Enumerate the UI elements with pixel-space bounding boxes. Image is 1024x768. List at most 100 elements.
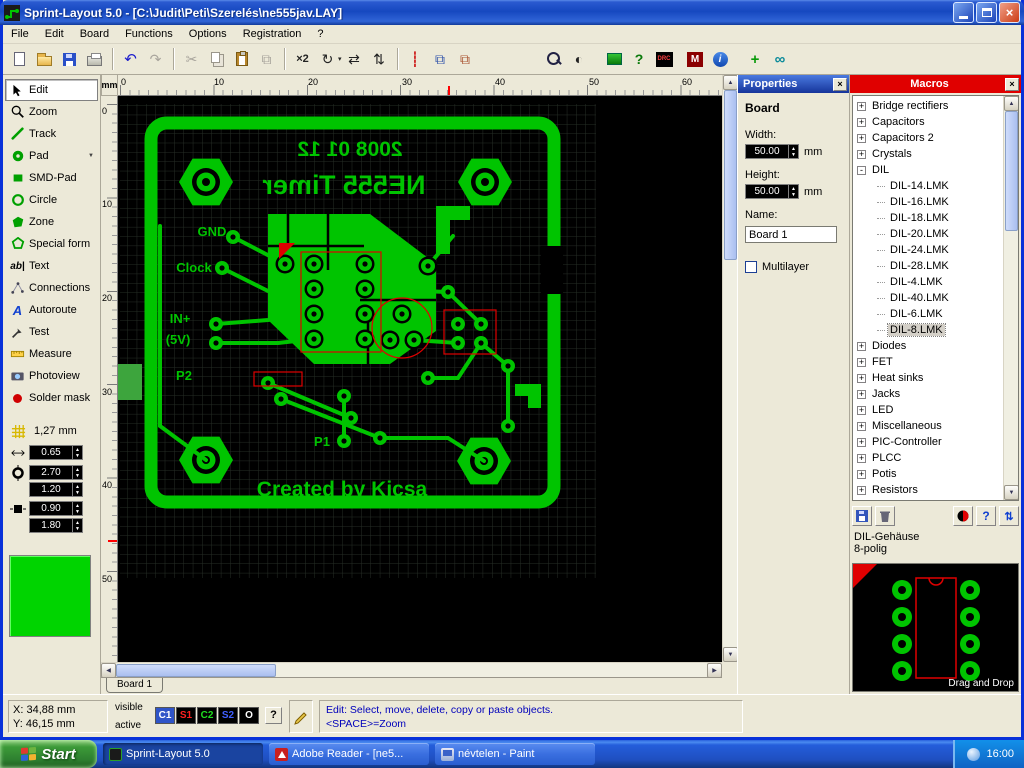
pad-diameter-field[interactable]: 2.70 [29,465,73,480]
tool-smd-pad[interactable]: SMD-Pad [5,167,98,189]
tray-status-icon[interactable] [967,747,981,761]
mirror-horizontal-button[interactable]: ⇄ [342,47,367,72]
tool-test[interactable]: Test [5,321,98,343]
active-layer-color-swatch[interactable] [9,555,91,637]
expand-icon[interactable]: + [857,389,866,399]
macro-item[interactable]: DIL-28.LMK [853,258,1018,274]
macro-preview[interactable]: Drag and Drop [852,563,1019,692]
macro-category[interactable]: + PIC-Controller [853,434,1018,450]
vertical-scroll-thumb[interactable] [724,90,737,260]
tool-edit[interactable]: Edit [5,79,98,101]
macro-category[interactable]: + Bridge rectifiers [853,98,1018,114]
send-to-back-button[interactable]: ⧉ [453,47,478,72]
tool-autoroute[interactable]: A Autoroute [5,299,98,321]
macro-tree-scrollbar[interactable]: ▲ ▼ [1003,96,1018,500]
bring-to-front-button[interactable]: ⧉ [428,47,453,72]
gamma-button[interactable]: ◐ [567,47,592,72]
board-height-spinner[interactable]: ▲ ▼ [789,184,799,199]
duplicate-button[interactable]: ⧉ [254,47,279,72]
new-button[interactable] [7,47,32,72]
taskbar-app-adobe-reader[interactable]: Adobe Reader - [ne5... [269,743,429,765]
scale-x2-button[interactable]: ×2 [290,47,315,72]
expand-icon[interactable]: + [857,373,866,383]
layer-c1-button[interactable]: C1 [155,707,175,724]
taskbar-app-paint[interactable]: névtelen - Paint [435,743,595,765]
macro-category[interactable]: - DIL [853,162,1018,178]
tool-text[interactable]: ab| Text [5,255,98,277]
board-tab[interactable]: Board 1 [106,678,164,693]
expand-icon[interactable]: + [857,133,866,143]
horizontal-scroll-thumb[interactable] [116,664,276,677]
macro-category[interactable]: + Diodes [853,338,1018,354]
pad-drill-field[interactable]: 1.20 [29,482,73,497]
macros-close-icon[interactable]: × [1005,77,1019,91]
layer-c2-button[interactable]: C2 [197,707,217,724]
expand-icon[interactable]: + [857,469,866,479]
board-height-field[interactable]: 50.00 [745,184,789,199]
scroll-down-button[interactable]: ▼ [723,647,738,662]
macro-item[interactable]: DIL-16.LMK [853,194,1018,210]
expand-icon[interactable]: + [857,101,866,111]
board-name-input[interactable] [745,226,837,243]
wizard-button[interactable]: + [743,47,768,72]
canvas-horizontal-scrollbar[interactable]: ◀ ▶ [101,662,722,678]
macro-item[interactable]: DIL-14.LMK [853,178,1018,194]
menu-help[interactable]: ? [309,26,331,42]
pad-diameter-spinner[interactable]: ▲ ▼ [73,465,83,480]
macro-item-selected[interactable]: DIL-8.LMK [853,322,1018,338]
properties-close-icon[interactable]: × [833,77,847,91]
close-button[interactable]: × [999,2,1020,23]
scroll-right-button[interactable]: ▶ [707,663,722,678]
macro-item[interactable]: DIL-20.LMK [853,226,1018,242]
undo-button[interactable]: ↶ [118,47,143,72]
canvas-vertical-scrollbar[interactable]: ▲ ▼ [722,75,738,662]
expand-icon[interactable]: + [857,437,866,447]
macro-item[interactable]: DIL-40.LMK [853,290,1018,306]
macro-item[interactable]: DIL-6.LMK [853,306,1018,322]
drc-button[interactable]: DRC [652,47,677,72]
info-button[interactable]: i [708,47,733,72]
menu-board[interactable]: Board [72,26,117,42]
layer-s2-button[interactable]: S2 [218,707,238,724]
expand-icon[interactable]: + [857,149,866,159]
menu-file[interactable]: File [3,26,37,42]
multilayer-checkbox[interactable] [745,261,757,273]
menu-registration[interactable]: Registration [235,26,310,42]
layer-o-button[interactable]: O [239,707,259,724]
print-button[interactable] [82,47,107,72]
tool-photoview[interactable]: Photoview [5,365,98,387]
track-width-field[interactable]: 0.65 [29,445,73,460]
tool-pad[interactable]: Pad ▼ [5,145,98,167]
macro-category[interactable]: + LED [853,402,1018,418]
smd-width-spinner[interactable]: ▲ ▼ [73,501,83,516]
grid-setting[interactable]: 1,27 mm [9,423,96,439]
cut-button[interactable]: ✂ [179,47,204,72]
pcb-canvas[interactable]: 2008 01 12 NE555 Timer GND Clock IN+ (5V… [118,96,722,662]
menu-options[interactable]: Options [181,26,235,42]
board-width-spinner[interactable]: ▲ ▼ [789,144,799,159]
board-width-field[interactable]: 50.00 [745,144,789,159]
menu-functions[interactable]: Functions [117,26,181,42]
help-drc-button[interactable]: ? [627,47,652,72]
minimize-button[interactable] [953,2,974,23]
pad-options-arrow[interactable]: ▼ [88,153,94,159]
delete-macro-button[interactable] [875,506,895,526]
tree-scroll-thumb[interactable] [1005,111,1018,231]
layer-s1-button[interactable]: S1 [176,707,196,724]
tool-solder-mask[interactable]: Solder mask [5,387,98,409]
macro-item[interactable]: DIL-24.LMK [853,242,1018,258]
tool-circle[interactable]: Circle [5,189,98,211]
macro-category[interactable]: + PLCC [853,450,1018,466]
expand-icon[interactable]: + [857,453,866,463]
scroll-up-button[interactable]: ▲ [723,75,738,90]
guides-button[interactable]: ┊ [403,47,428,72]
restore-button[interactable] [976,2,997,23]
scroll-left-button[interactable]: ◀ [101,663,116,678]
expand-icon[interactable]: + [857,405,866,415]
tool-track[interactable]: Track [5,123,98,145]
macro-category[interactable]: + Heat sinks [853,370,1018,386]
macro-category[interactable]: + Capacitors 2 [853,130,1018,146]
macro-category[interactable]: + Crystals [853,146,1018,162]
menu-edit[interactable]: Edit [37,26,72,42]
paste-button[interactable] [229,47,254,72]
